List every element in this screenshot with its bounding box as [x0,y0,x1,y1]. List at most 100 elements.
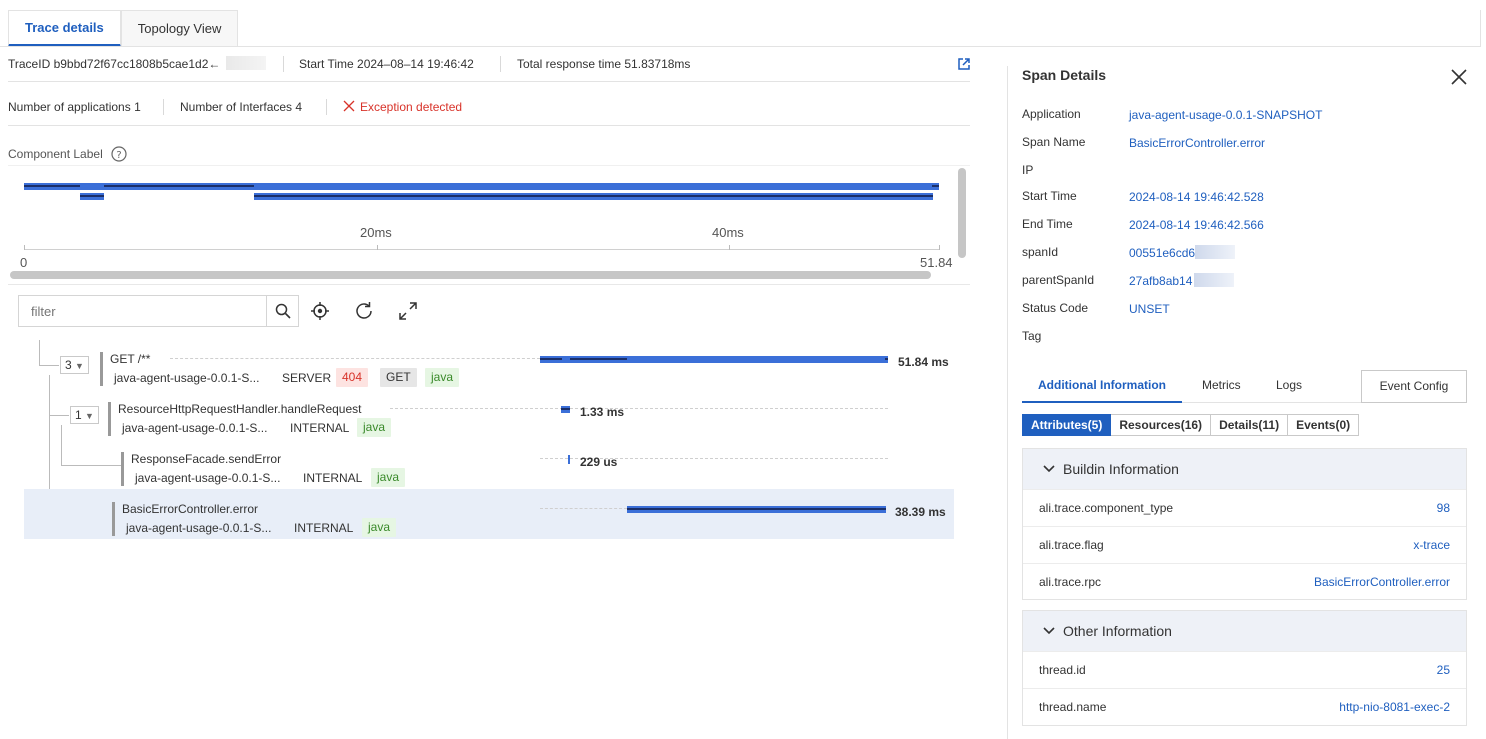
span-duration: 229 us [580,455,618,469]
span-bar-line [540,358,562,360]
trace-id: TraceID b9bbd72f67cc1808b5cae1d2← [8,57,221,71]
span-bar-line [561,408,570,410]
attribute-key: thread.name [1039,700,1107,714]
field-value-application[interactable]: java-agent-usage-0.0.1-SNAPSHOT [1129,108,1322,122]
other-information-panel: Other Information thread.id 25 thread.nam… [1022,610,1467,726]
tab-bar: Trace details Topology View [8,10,239,47]
span-app: java-agent-usage-0.0.1-S... [122,421,268,435]
field-label-application: Application [1022,107,1081,121]
span-bar-line [885,358,888,360]
span-kind: INTERNAL [294,521,354,535]
span-app: java-agent-usage-0.0.1-S... [135,471,281,485]
span-bar [568,455,570,464]
field-value-span-id: 00551e6cd65 [1129,246,1202,260]
divider [326,99,327,115]
close-icon[interactable] [1450,68,1468,89]
field-label-end-time: End Time [1022,217,1073,231]
tick-label-40ms: 40ms [712,225,744,240]
segment-resources[interactable]: Resources(16) [1111,414,1212,436]
field-value-status-code: UNSET [1129,302,1170,316]
axis-end-label: 51.84 [920,255,953,270]
attribute-row: thread.name http-nio-8081-exec-2 [1023,688,1466,725]
redaction-blur [226,56,266,70]
attribute-row: ali.trace.rpc BasicErrorController.error [1023,563,1466,600]
attribute-row: ali.trace.component_type 98 [1023,489,1466,526]
divider [8,125,970,126]
field-label-start-time: Start Time [1022,189,1077,203]
overview-bar-line [932,185,939,187]
overview-bar-line [24,185,80,187]
attribute-value[interactable]: 25 [1437,652,1450,688]
span-kind: SERVER [282,371,332,385]
attribute-row: ali.trace.flag x-trace [1023,526,1466,563]
buildin-information-panel: Buildin Information ali.trace.component_… [1022,448,1467,600]
field-label-ip: IP [1022,163,1034,177]
tab-divider [0,46,1480,47]
field-value-start-time: 2024-08-14 19:46:42.528 [1129,190,1264,204]
tab-topology-view[interactable]: Topology View [120,10,239,47]
field-value-parent-span-id: 27afb8ab14 [1129,274,1193,288]
tab-logs[interactable]: Logs [1276,378,1302,392]
span-name: GET /** [110,352,151,366]
other-information-header[interactable]: Other Information [1023,611,1466,651]
span-name: ResponseFacade.sendError [131,452,282,466]
span-indent-marker [108,402,111,436]
event-config-button[interactable]: Event Config [1361,370,1467,403]
help-icon[interactable]: ? [111,146,127,165]
span-children-dropdown[interactable]: 1 ▼ [70,406,99,424]
axis-tick [939,245,940,250]
tab-trace-details[interactable]: Trace details [8,10,121,47]
span-duration: 51.84 ms [898,355,949,369]
field-label-span-name: Span Name [1022,135,1086,149]
attribute-value[interactable]: x-trace [1413,527,1450,563]
axis-start-label: 0 [20,255,28,270]
span-guide-line [540,508,627,509]
span-app: java-agent-usage-0.0.1-S... [114,371,260,385]
tab-additional-information[interactable]: Additional Information [1022,370,1182,403]
span-name: BasicErrorController.error [122,502,259,516]
segment-events[interactable]: Events(0) [1288,414,1360,436]
filter-input[interactable] [19,296,265,326]
language-badge: java [425,368,460,387]
language-badge: java [357,418,392,437]
axis-line [24,249,940,250]
buildin-information-title: Buildin Information [1063,461,1179,477]
redaction-blur [1195,245,1235,259]
attribute-key: ali.trace.flag [1039,538,1104,552]
locate-icon[interactable] [310,301,330,324]
segment-attributes[interactable]: Attributes(5) [1022,414,1112,436]
divider [500,56,501,72]
search-button[interactable] [266,296,299,326]
open-external-icon[interactable] [957,57,971,74]
language-badge: java [371,468,406,487]
span-indent-marker [112,502,115,536]
panel-divider [1007,66,1008,739]
divider [163,99,164,115]
attribute-key: ali.trace.rpc [1039,575,1102,589]
segment-details[interactable]: Details(11) [1211,414,1289,436]
buildin-information-header[interactable]: Buildin Information [1023,449,1466,489]
span-children-dropdown[interactable]: 3 ▼ [60,356,89,374]
vertical-scrollbar[interactable] [958,168,966,258]
field-value-span-name[interactable]: BasicErrorController.error [1129,136,1265,150]
tab-metrics[interactable]: Metrics [1202,378,1241,392]
span-indent-marker [121,452,124,486]
span-indent-marker [100,352,103,386]
span-kind: INTERNAL [303,471,363,485]
attribute-value[interactable]: http-nio-8081-exec-2 [1339,689,1450,725]
attribute-value[interactable]: 98 [1437,490,1450,526]
divider [8,81,970,82]
tick-label-20ms: 20ms [360,225,392,240]
span-duration: 38.39 ms [895,505,946,519]
horizontal-scrollbar[interactable] [10,271,931,279]
span-guide-line [390,408,888,409]
attribute-value[interactable]: BasicErrorController.error [1314,564,1450,600]
component-label: Component Label [8,147,103,161]
span-guide-line [170,358,540,359]
refresh-icon[interactable] [353,300,375,325]
expand-icon[interactable] [398,301,418,324]
redaction-blur [1194,273,1234,287]
interface-count: Number of Interfaces 4 [180,100,303,114]
filter-box [18,295,299,327]
overview-bar-line [80,195,104,197]
